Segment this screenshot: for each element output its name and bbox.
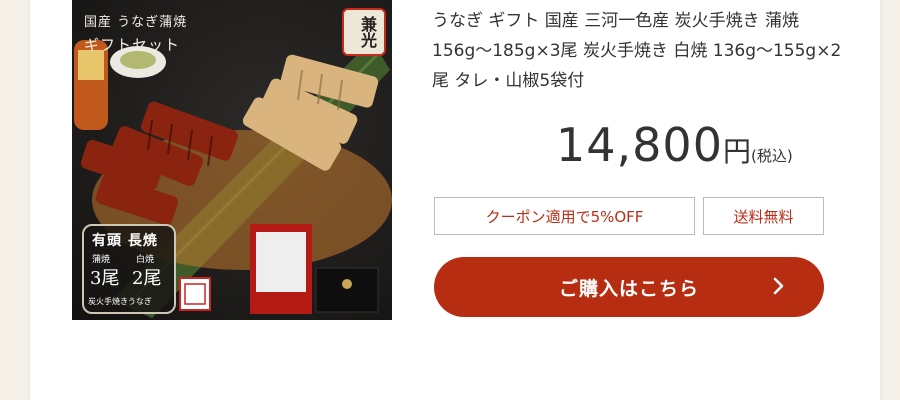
overlay-line-1: 国産 うなぎ蒲焼	[84, 15, 188, 30]
badge-count-kabayaki: 3尾	[90, 268, 120, 289]
product-title[interactable]: うなぎ ギフト 国産 三河一色産 炭火手焼き 蒲焼 156g〜185g×3尾 炭…	[432, 6, 852, 96]
buy-button-label: ご購入はこちら	[558, 277, 699, 300]
coupon-badge: クーポン適用で5%OFF	[434, 197, 695, 235]
free-shipping-badge: 送料無料	[703, 197, 824, 235]
tax-note: (税込)	[750, 147, 793, 165]
buy-button[interactable]: ご購入はこちら	[434, 257, 824, 317]
badge-footer: 炭火手焼きうなぎ	[88, 297, 152, 306]
price-unit: 円	[722, 135, 751, 168]
overlay-line-2: ギフトセット	[84, 36, 181, 54]
price-value: 14,800	[556, 118, 723, 172]
chevron-right-icon	[773, 277, 784, 295]
price-display: 14,800円(税込)	[556, 118, 793, 172]
badge-title: 有頭 長焼	[92, 233, 158, 249]
product-image[interactable]: 国産 うなぎ蒲焼 ギフトセット 兼光 有頭 長焼 蒲焼 白焼 3尾 2尾 炭火手…	[72, 0, 392, 320]
image-overlay-title: 国産 うなぎ蒲焼 ギフトセット	[84, 12, 187, 56]
contents-badge: 有頭 長焼 蒲焼 白焼 3尾 2尾 炭火手焼きうなぎ	[82, 224, 176, 314]
badge-count-shirayaki: 2尾	[132, 268, 162, 289]
brand-seal: 兼光	[342, 8, 386, 56]
